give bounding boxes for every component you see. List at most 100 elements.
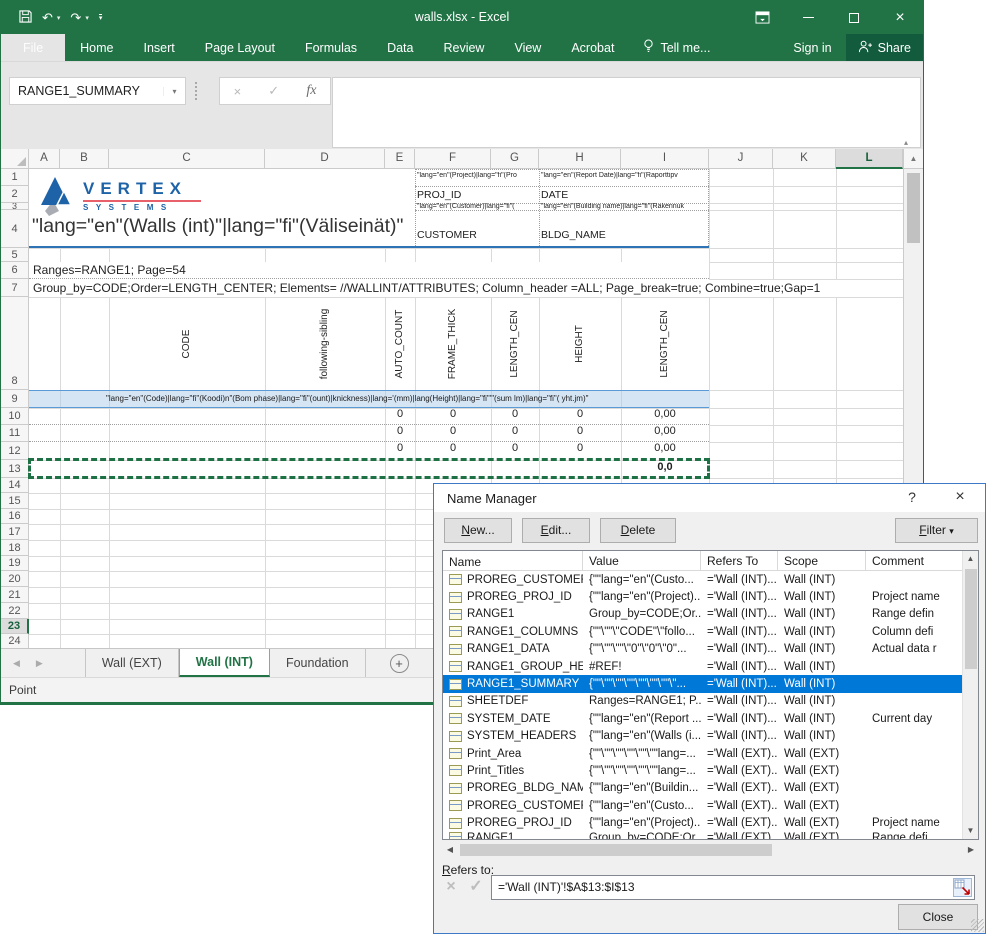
cancel-formula-icon[interactable]: ×: [234, 84, 242, 99]
column-header[interactable]: A: [29, 149, 60, 169]
name-row[interactable]: RANGE1_COLUMNS{""\""\"CODE"\"follo...='W…: [443, 623, 978, 640]
tab-acrobat[interactable]: Acrobat: [556, 34, 629, 61]
cell-A6[interactable]: Ranges=RANGE1; Page=54: [33, 263, 708, 277]
col-name[interactable]: Name: [443, 551, 583, 570]
column-header-active[interactable]: L: [836, 149, 903, 169]
name-row[interactable]: PROREG_BLDG_NAME{""lang="en"(Buildin...=…: [443, 780, 978, 797]
name-row[interactable]: RANGE1_DATA{""\""\""\"0"\"0"\"0"...='Wal…: [443, 641, 978, 658]
list-scroll-up-icon[interactable]: ▲: [963, 551, 978, 567]
tab-view[interactable]: View: [499, 34, 556, 61]
list-vertical-scrollbar[interactable]: ▲ ▼: [962, 551, 978, 839]
rotated-header-height[interactable]: HEIGHT: [574, 301, 586, 387]
share-button[interactable]: Share: [846, 34, 923, 61]
row-header[interactable]: 16: [1, 509, 29, 524]
cell-H3[interactable]: "lang="en"(Building name)|lang="fi"(Rake…: [541, 203, 707, 210]
next-sheet-icon[interactable]: ▶: [36, 658, 43, 669]
rotated-header-length-center2[interactable]: LENGTH_CEN: [659, 301, 671, 387]
formula-input[interactable]: [332, 77, 921, 148]
tab-review[interactable]: Review: [428, 34, 499, 61]
column-header[interactable]: C: [109, 149, 265, 169]
row-header[interactable]: 24: [1, 634, 29, 649]
tab-file[interactable]: File: [1, 34, 65, 61]
row-header[interactable]: 3: [1, 203, 29, 210]
row-header[interactable]: 15: [1, 493, 29, 509]
row-header[interactable]: 1: [1, 169, 29, 186]
list-scroll-right-icon[interactable]: ▶: [963, 842, 979, 858]
name-row[interactable]: RANGE1_GROUP_HEA...#REF!='Wall (INT)...W…: [443, 658, 978, 675]
cell-H10[interactable]: 0: [539, 408, 621, 420]
cell-A7[interactable]: Group_by=CODE;Order=LENGTH_CENTER; Eleme…: [33, 281, 861, 295]
row-header[interactable]: 2: [1, 186, 29, 203]
resize-grip[interactable]: [971, 919, 984, 932]
name-row[interactable]: PROREG_CUSTOMER{""lang="en"(Custo...='Wa…: [443, 571, 978, 588]
tab-home[interactable]: Home: [65, 34, 128, 61]
scrollbar-thumb[interactable]: [907, 173, 920, 243]
row9-header-band[interactable]: "lang="en"(Code)|lang="fi"(Koodi)n"(Bom …: [29, 390, 709, 408]
name-box-dropdown-icon[interactable]: ▾: [163, 87, 185, 96]
cell-I10[interactable]: 0,00: [621, 408, 709, 420]
column-header[interactable]: H: [539, 149, 621, 169]
cell-A4-title[interactable]: "lang="en"(Walls (int)"|lang="fi"(Välise…: [32, 215, 403, 238]
list-horizontal-scrollbar[interactable]: ◀ ▶: [442, 842, 979, 858]
refers-to-field[interactable]: ='Wall (INT)'!$A$13:$I$13: [491, 875, 975, 900]
col-value[interactable]: Value: [583, 551, 701, 570]
name-row[interactable]: Print_Titles{""\""\""\""\""\""lang=...='…: [443, 762, 978, 779]
sign-in-button[interactable]: Sign in: [779, 41, 845, 55]
sheet-tab-foundation[interactable]: Foundation: [270, 649, 366, 677]
maximize-button[interactable]: [831, 1, 877, 34]
ribbon-display-options-icon[interactable]: [739, 1, 785, 34]
cell-H4[interactable]: BLDG_NAME: [541, 229, 606, 241]
sheet-tab-wall-ext[interactable]: Wall (EXT): [85, 649, 179, 677]
name-row[interactable]: PROREG_PROJ_ID{""lang="en"(Project)...='…: [443, 588, 978, 605]
tab-insert[interactable]: Insert: [129, 34, 190, 61]
row-header[interactable]: 4: [1, 210, 29, 248]
row-header[interactable]: 8: [1, 297, 29, 390]
range-picker-icon[interactable]: [953, 878, 972, 897]
column-header[interactable]: F: [415, 149, 491, 169]
row-header-active[interactable]: 23: [1, 619, 29, 634]
col-comment[interactable]: Comment: [866, 551, 963, 570]
cell-I13[interactable]: 0,0: [621, 461, 709, 473]
column-header[interactable]: D: [265, 149, 385, 169]
cell-G11[interactable]: 0: [491, 425, 539, 437]
row-header[interactable]: 9: [1, 390, 29, 408]
tab-formulas[interactable]: Formulas: [290, 34, 372, 61]
list-scrollbar-thumb[interactable]: [965, 569, 977, 669]
dialog-help-icon[interactable]: ?: [901, 489, 923, 505]
minimize-button[interactable]: [785, 1, 831, 34]
list-scroll-down-icon[interactable]: ▼: [963, 823, 978, 839]
cell-F4[interactable]: CUSTOMER: [417, 229, 477, 241]
delete-button[interactable]: Delete: [600, 518, 676, 543]
cell-H1[interactable]: "lang="en"(Report Date)|lang="fi"(Raport…: [541, 172, 707, 179]
new-button[interactable]: New...: [444, 518, 512, 543]
data-row-11[interactable]: 00000,00: [1, 425, 709, 442]
tell-me-box[interactable]: Tell me...: [629, 34, 724, 61]
tab-data[interactable]: Data: [372, 34, 428, 61]
rotated-header-code[interactable]: CODE: [181, 301, 193, 387]
row-header[interactable]: 20: [1, 571, 29, 587]
cell-F12[interactable]: 0: [415, 442, 491, 454]
formula-bar-collapse-icon[interactable]: ▴: [904, 138, 908, 147]
enter-formula-icon[interactable]: ✓: [268, 83, 279, 99]
filter-button[interactable]: Filter ▾: [895, 518, 978, 543]
rotated-header-length-center[interactable]: LENGTH_CEN: [509, 301, 521, 387]
column-header[interactable]: G: [491, 149, 539, 169]
rotated-header-frame-thick[interactable]: FRAME_THICK: [447, 301, 459, 387]
row-header[interactable]: 21: [1, 587, 29, 603]
prev-sheet-icon[interactable]: ◀: [13, 658, 20, 669]
close-button-dialog[interactable]: Close: [898, 904, 978, 930]
scroll-up-icon[interactable]: ▲: [904, 149, 923, 169]
column-header[interactable]: I: [621, 149, 709, 169]
cell-F10[interactable]: 0: [415, 408, 491, 420]
row-header[interactable]: 5: [1, 248, 29, 262]
refers-enter-icon[interactable]: ✓: [463, 875, 489, 900]
row-header[interactable]: 7: [1, 279, 29, 297]
row-header[interactable]: 19: [1, 556, 29, 571]
close-button[interactable]: ×: [877, 1, 923, 34]
cell-G12[interactable]: 0: [491, 442, 539, 454]
insert-function-icon[interactable]: fx: [306, 83, 316, 99]
dialog-title-bar[interactable]: Name Manager ? ×: [434, 484, 985, 512]
cell-H12[interactable]: 0: [539, 442, 621, 454]
name-row[interactable]: SHEETDEFRanges=RANGE1; P...='Wall (INT).…: [443, 693, 978, 710]
cell-F2[interactable]: PROJ_ID: [417, 189, 461, 201]
